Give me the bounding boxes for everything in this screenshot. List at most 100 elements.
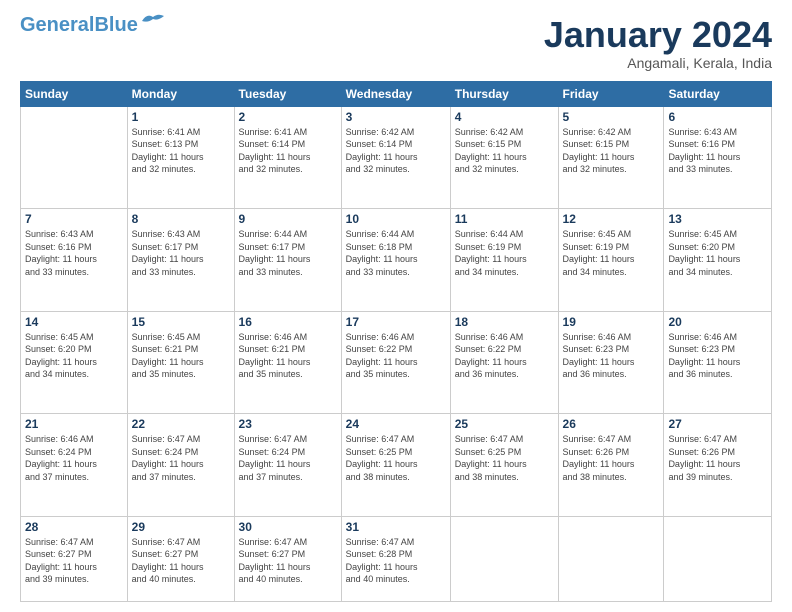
calendar-cell: 8 Sunrise: 6:43 AM Sunset: 6:17 PM Daylig…	[127, 209, 234, 311]
day-info: Sunrise: 6:42 AM Sunset: 6:15 PM Dayligh…	[563, 126, 660, 176]
day-number: 12	[563, 212, 660, 226]
day-number: 2	[239, 110, 337, 124]
day-number: 10	[346, 212, 446, 226]
calendar-cell: 1Sunrise: 6:41 AM Sunset: 6:13 PM Daylig…	[127, 106, 234, 208]
day-number: 26	[563, 417, 660, 431]
day-info: Sunrise: 6:45 AM Sunset: 6:20 PM Dayligh…	[25, 331, 123, 381]
col-friday: Friday	[558, 81, 664, 106]
day-info: Sunrise: 6:46 AM Sunset: 6:21 PM Dayligh…	[239, 331, 337, 381]
calendar-cell: 3 Sunrise: 6:42 AM Sunset: 6:14 PM Daylig…	[341, 106, 450, 208]
calendar-cell: 14 Sunrise: 6:45 AM Sunset: 6:20 PM Dayli…	[21, 311, 128, 413]
calendar-cell: 16 Sunrise: 6:46 AM Sunset: 6:21 PM Dayli…	[234, 311, 341, 413]
day-info: Sunrise: 6:46 AM Sunset: 6:24 PM Dayligh…	[25, 433, 123, 483]
calendar-cell: 15Sunrise: 6:45 AM Sunset: 6:21 PM Dayli…	[127, 311, 234, 413]
day-number: 29	[132, 520, 230, 534]
day-info: Sunrise: 6:42 AM Sunset: 6:15 PM Dayligh…	[455, 126, 554, 176]
calendar-cell: 5 Sunrise: 6:42 AM Sunset: 6:15 PM Daylig…	[558, 106, 664, 208]
calendar-cell	[21, 106, 128, 208]
day-number: 3	[346, 110, 446, 124]
calendar-cell: 9 Sunrise: 6:44 AM Sunset: 6:17 PM Daylig…	[234, 209, 341, 311]
day-number: 9	[239, 212, 337, 226]
day-number: 17	[346, 315, 446, 329]
calendar-cell: 2Sunrise: 6:41 AM Sunset: 6:14 PM Daylig…	[234, 106, 341, 208]
calendar-cell: 21 Sunrise: 6:46 AM Sunset: 6:24 PM Dayli…	[21, 414, 128, 516]
day-info: Sunrise: 6:47 AM Sunset: 6:27 PM Dayligh…	[132, 536, 230, 586]
month-title: January 2024	[544, 15, 772, 55]
day-info: Sunrise: 6:47 AM Sunset: 6:26 PM Dayligh…	[668, 433, 767, 483]
calendar-cell: 13Sunrise: 6:45 AM Sunset: 6:20 PM Dayli…	[664, 209, 772, 311]
col-monday: Monday	[127, 81, 234, 106]
day-info: Sunrise: 6:44 AM Sunset: 6:19 PM Dayligh…	[455, 228, 554, 278]
calendar-cell: 27 Sunrise: 6:47 AM Sunset: 6:26 PM Dayli…	[664, 414, 772, 516]
location: Angamali, Kerala, India	[544, 55, 772, 71]
page: GeneralBlue January 2024 Angamali, Keral…	[0, 0, 792, 612]
calendar-cell: 20 Sunrise: 6:46 AM Sunset: 6:23 PM Dayli…	[664, 311, 772, 413]
calendar-week-5: 28Sunrise: 6:47 AM Sunset: 6:27 PM Dayli…	[21, 516, 772, 601]
day-number: 16	[239, 315, 337, 329]
logo-bird-icon	[142, 13, 164, 29]
day-number: 15	[132, 315, 230, 329]
calendar-week-1: 1Sunrise: 6:41 AM Sunset: 6:13 PM Daylig…	[21, 106, 772, 208]
calendar-cell: 7 Sunrise: 6:43 AM Sunset: 6:16 PM Daylig…	[21, 209, 128, 311]
logo-general: General	[20, 14, 94, 36]
day-info: Sunrise: 6:46 AM Sunset: 6:22 PM Dayligh…	[346, 331, 446, 381]
calendar-table: Sunday Monday Tuesday Wednesday Thursday…	[20, 81, 772, 602]
calendar-body: 1Sunrise: 6:41 AM Sunset: 6:13 PM Daylig…	[21, 106, 772, 601]
title-area: January 2024 Angamali, Kerala, India	[544, 15, 772, 71]
day-info: Sunrise: 6:47 AM Sunset: 6:25 PM Dayligh…	[346, 433, 446, 483]
day-number: 13	[668, 212, 767, 226]
calendar-cell	[450, 516, 558, 601]
calendar-cell: 22Sunrise: 6:47 AM Sunset: 6:24 PM Dayli…	[127, 414, 234, 516]
col-thursday: Thursday	[450, 81, 558, 106]
day-info: Sunrise: 6:42 AM Sunset: 6:14 PM Dayligh…	[346, 126, 446, 176]
day-number: 25	[455, 417, 554, 431]
calendar-cell: 25Sunrise: 6:47 AM Sunset: 6:25 PM Dayli…	[450, 414, 558, 516]
day-info: Sunrise: 6:46 AM Sunset: 6:23 PM Dayligh…	[563, 331, 660, 381]
day-number: 21	[25, 417, 123, 431]
day-info: Sunrise: 6:44 AM Sunset: 6:17 PM Dayligh…	[239, 228, 337, 278]
col-tuesday: Tuesday	[234, 81, 341, 106]
calendar-cell: 29 Sunrise: 6:47 AM Sunset: 6:27 PM Dayli…	[127, 516, 234, 601]
day-number: 22	[132, 417, 230, 431]
calendar: Sunday Monday Tuesday Wednesday Thursday…	[20, 81, 772, 602]
calendar-week-4: 21 Sunrise: 6:46 AM Sunset: 6:24 PM Dayli…	[21, 414, 772, 516]
logo: GeneralBlue	[20, 15, 164, 35]
calendar-cell: 28Sunrise: 6:47 AM Sunset: 6:27 PM Dayli…	[21, 516, 128, 601]
day-info: Sunrise: 6:43 AM Sunset: 6:16 PM Dayligh…	[25, 228, 123, 278]
day-number: 27	[668, 417, 767, 431]
calendar-cell	[664, 516, 772, 601]
calendar-cell: 23 Sunrise: 6:47 AM Sunset: 6:24 PM Dayli…	[234, 414, 341, 516]
calendar-header: Sunday Monday Tuesday Wednesday Thursday…	[21, 81, 772, 106]
day-info: Sunrise: 6:47 AM Sunset: 6:28 PM Dayligh…	[346, 536, 446, 586]
logo-text: GeneralBlue	[20, 15, 138, 35]
day-number: 6	[668, 110, 767, 124]
calendar-week-3: 14 Sunrise: 6:45 AM Sunset: 6:20 PM Dayli…	[21, 311, 772, 413]
calendar-cell: 31Sunrise: 6:47 AM Sunset: 6:28 PM Dayli…	[341, 516, 450, 601]
day-number: 8	[132, 212, 230, 226]
col-saturday: Saturday	[664, 81, 772, 106]
calendar-cell: 4Sunrise: 6:42 AM Sunset: 6:15 PM Daylig…	[450, 106, 558, 208]
day-number: 20	[668, 315, 767, 329]
header: GeneralBlue January 2024 Angamali, Keral…	[20, 15, 772, 71]
calendar-cell: 24 Sunrise: 6:47 AM Sunset: 6:25 PM Dayli…	[341, 414, 450, 516]
calendar-week-2: 7 Sunrise: 6:43 AM Sunset: 6:16 PM Daylig…	[21, 209, 772, 311]
calendar-cell: 18Sunrise: 6:46 AM Sunset: 6:22 PM Dayli…	[450, 311, 558, 413]
day-info: Sunrise: 6:46 AM Sunset: 6:23 PM Dayligh…	[668, 331, 767, 381]
calendar-cell: 30 Sunrise: 6:47 AM Sunset: 6:27 PM Dayli…	[234, 516, 341, 601]
day-info: Sunrise: 6:43 AM Sunset: 6:17 PM Dayligh…	[132, 228, 230, 278]
logo-blue: Blue	[94, 14, 137, 36]
day-number: 30	[239, 520, 337, 534]
calendar-cell: 6Sunrise: 6:43 AM Sunset: 6:16 PM Daylig…	[664, 106, 772, 208]
day-number: 23	[239, 417, 337, 431]
day-number: 5	[563, 110, 660, 124]
day-info: Sunrise: 6:47 AM Sunset: 6:24 PM Dayligh…	[239, 433, 337, 483]
day-info: Sunrise: 6:47 AM Sunset: 6:27 PM Dayligh…	[239, 536, 337, 586]
header-row: Sunday Monday Tuesday Wednesday Thursday…	[21, 81, 772, 106]
calendar-cell: 17 Sunrise: 6:46 AM Sunset: 6:22 PM Dayli…	[341, 311, 450, 413]
day-number: 7	[25, 212, 123, 226]
day-number: 24	[346, 417, 446, 431]
day-number: 14	[25, 315, 123, 329]
day-number: 19	[563, 315, 660, 329]
day-number: 18	[455, 315, 554, 329]
col-sunday: Sunday	[21, 81, 128, 106]
